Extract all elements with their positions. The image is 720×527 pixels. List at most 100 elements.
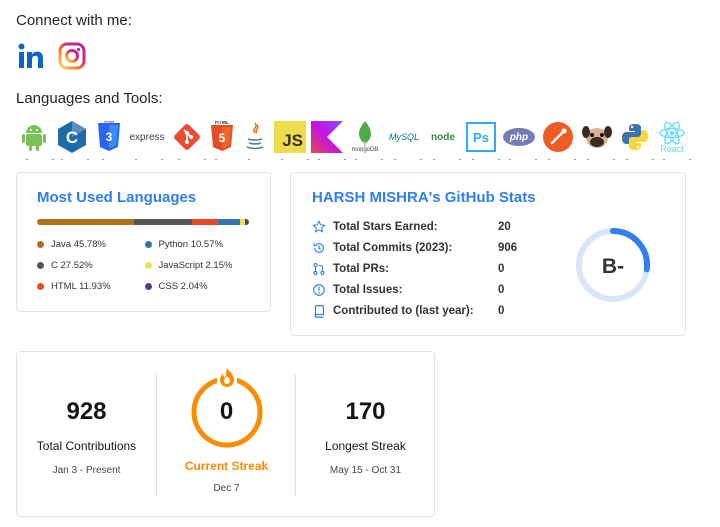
tool-postman[interactable] <box>540 118 580 160</box>
legend-item-html: HTML 11.93% <box>37 281 145 292</box>
bar-segment-python <box>217 219 241 225</box>
svg-text:CSS: CSS <box>104 121 115 125</box>
stat-row-contributed: Contributed to (last year): 0 <box>312 300 517 321</box>
github-stats-card: HARSH MISHRA's GitHub Stats Total Stars … <box>290 172 686 336</box>
stat-label: Total Commits (2023): <box>333 241 453 254</box>
legend-item-css: CSS 2.04% <box>144 281 253 292</box>
bar-segment-css <box>244 219 249 225</box>
total-contributions-section: 928 Total Contributions Jan 3 - Present <box>17 352 156 516</box>
react-icon <box>659 121 685 144</box>
linkedin-link[interactable] <box>16 40 48 72</box>
tool-php[interactable]: php <box>501 118 541 160</box>
legend-label: Python 10.57% <box>158 239 223 250</box>
languages-card: Most Used Languages Java 45.78% Python 1… <box>16 172 271 312</box>
git-icon <box>174 124 200 150</box>
nodejs-icon: node <box>431 131 455 143</box>
legend-item-python: Python 10.57% <box>144 239 253 250</box>
stat-value: 0 <box>498 262 505 275</box>
connect-heading: Connect with me: <box>16 12 132 29</box>
kotlin-icon <box>311 121 343 153</box>
languages-card-title: Most Used Languages <box>37 189 197 206</box>
legend-item-c: C 27.52% <box>37 260 145 271</box>
tool-java[interactable] <box>240 118 274 160</box>
postman-icon <box>543 122 573 152</box>
stat-label: Total Stars Earned: <box>333 220 438 233</box>
tools-row: C 3 CSS express 5 HTML JS mongoDB MySQL no… <box>18 118 708 160</box>
total-contributions-label: Total Contributions <box>36 439 137 453</box>
legend-dot <box>144 241 152 248</box>
rank-ring: B- <box>576 228 650 302</box>
repo-icon <box>314 304 324 318</box>
total-contributions-range: Jan 3 - Present <box>52 465 121 476</box>
bar-segment-c <box>134 219 193 225</box>
languages-legend: Java 45.78% Python 10.57% C 27.52% JavaS… <box>37 239 252 292</box>
tool-photoshop[interactable]: Ps <box>464 118 502 160</box>
linkedin-icon <box>18 43 43 68</box>
mongodb-icon <box>359 121 371 147</box>
current-streak-section: 0 Current Streak Dec 7 <box>157 352 296 516</box>
stat-row-prs: Total PRs: 0 <box>312 258 517 279</box>
longest-streak-section: 170 Longest Streak May 15 - Oct 31 <box>296 352 435 516</box>
total-contributions-value: 928 <box>66 398 107 425</box>
legend-label: JavaScript 2.15% <box>158 260 233 271</box>
css3-icon: 3 CSS <box>98 121 120 151</box>
legend-dot <box>144 283 152 290</box>
php-icon: php <box>503 128 535 146</box>
svg-text:HTML: HTML <box>215 121 229 126</box>
mongodb-label: mongoDB <box>351 147 379 153</box>
c-icon: C <box>58 121 86 153</box>
current-streak-value: 0 <box>219 398 234 425</box>
stat-row-issues: Total Issues: 0 <box>312 279 517 300</box>
social-links <box>16 40 88 72</box>
bar-segment-java <box>37 219 135 225</box>
tool-mongodb[interactable]: mongoDB <box>347 118 387 160</box>
tool-nodejs[interactable]: node <box>425 118 465 160</box>
stat-row-stars: Total Stars Earned: 20 <box>312 216 517 237</box>
stat-value: 0 <box>498 304 505 317</box>
python-icon <box>622 124 648 150</box>
express-icon: express <box>129 131 165 143</box>
tool-git[interactable] <box>170 118 208 160</box>
tool-javascript[interactable]: JS <box>273 118 311 160</box>
stat-value: 0 <box>498 283 505 296</box>
pull-request-icon <box>313 262 325 275</box>
tool-python[interactable] <box>618 118 656 160</box>
android-icon <box>22 125 46 151</box>
photoshop-icon: Ps <box>466 122 496 152</box>
react-label: React <box>660 143 684 154</box>
longest-streak-value: 170 <box>345 398 386 425</box>
instagram-link[interactable] <box>56 40 88 72</box>
pug-icon <box>582 126 612 148</box>
stat-value: 906 <box>498 241 518 254</box>
streak-card: 928 Total Contributions Jan 3 - Present … <box>16 351 435 517</box>
javascript-icon: JS <box>274 121 306 153</box>
tool-kotlin[interactable] <box>310 118 348 160</box>
legend-label: CSS 2.04% <box>158 281 208 292</box>
tool-html5[interactable]: 5 HTML <box>207 118 241 160</box>
tool-mysql[interactable]: MySQL <box>386 118 426 160</box>
legend-label: Java 45.78% <box>51 239 106 250</box>
legend-label: HTML 11.93% <box>51 281 111 292</box>
svg-text:3: 3 <box>106 130 113 144</box>
tool-c[interactable]: C <box>53 118 95 160</box>
current-streak-label: Current Streak <box>184 459 269 473</box>
tool-android[interactable] <box>18 118 54 160</box>
svg-text:5: 5 <box>219 131 226 145</box>
stat-row-commits: Total Commits (2023): 906 <box>312 237 517 258</box>
legend-dot <box>37 241 44 248</box>
stats-card-title: HARSH MISHRA's GitHub Stats <box>312 189 536 206</box>
stat-label: Total Issues: <box>333 283 403 296</box>
tools-heading: Languages and Tools: <box>16 90 163 107</box>
rank-text: B- <box>602 255 624 278</box>
legend-item-java: Java 45.78% <box>37 239 145 250</box>
star-icon <box>312 219 326 233</box>
tool-express[interactable]: express <box>127 118 171 160</box>
tool-css3[interactable]: 3 CSS <box>94 118 128 160</box>
tool-pug[interactable] <box>579 118 619 160</box>
stats-list: Total Stars Earned: 20 Total Commits (20… <box>312 216 517 321</box>
longest-streak-range: May 15 - Oct 31 <box>329 465 402 476</box>
java-icon <box>246 122 264 150</box>
stat-label: Contributed to (last year): <box>333 304 474 317</box>
tool-react[interactable]: React <box>655 118 693 160</box>
instagram-icon <box>58 42 86 70</box>
